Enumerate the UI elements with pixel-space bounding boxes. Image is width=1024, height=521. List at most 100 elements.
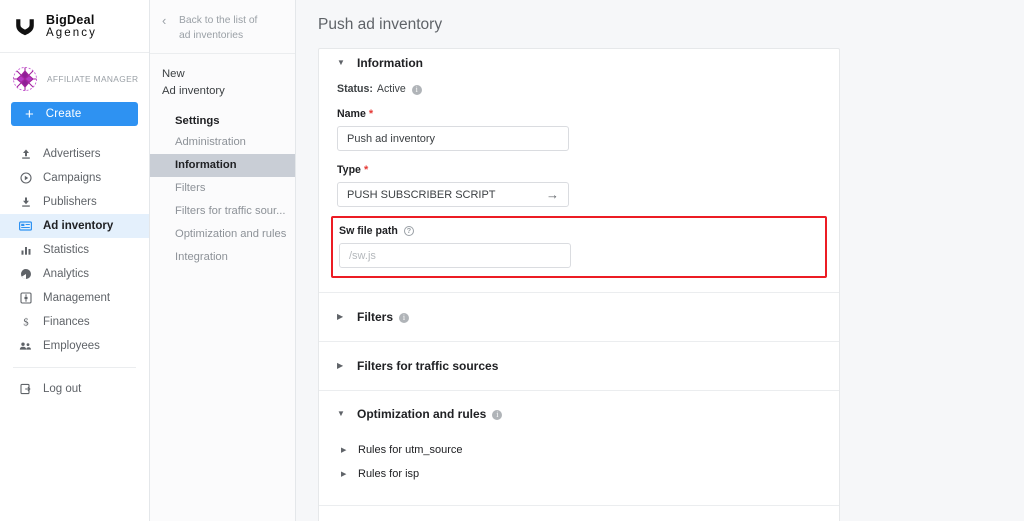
- name-label-text: Name: [337, 108, 366, 120]
- account-row[interactable]: AFFILIATE MANAGER: [0, 53, 149, 93]
- section-filters-traffic-header[interactable]: ▶ Filters for traffic sources: [319, 342, 839, 390]
- sw-file-path-highlight: Sw file path /sw.js: [331, 216, 827, 278]
- panel-item-optimization-and-rules[interactable]: Optimization and rules: [150, 223, 295, 246]
- upload-arrow-icon: [18, 148, 33, 160]
- type-label: Type *: [337, 164, 821, 176]
- page-title: Push ad inventory: [318, 16, 443, 33]
- type-select-value: PUSH SUBSCRIBER SCRIPT: [347, 188, 496, 201]
- panel-title-line2: Ad inventory: [162, 84, 225, 97]
- chevron-right-icon: ▶: [337, 361, 344, 370]
- section-information-title: Information: [357, 56, 423, 70]
- sidebar-item-label: Management: [43, 292, 111, 304]
- panel-title-line1: New: [162, 68, 185, 80]
- name-label: Name *: [337, 108, 821, 120]
- people-icon: [18, 340, 33, 352]
- section-information-body: Status: Active Name * Push ad inventory: [319, 83, 839, 292]
- bar-chart-icon: [18, 244, 33, 256]
- shield-v-logo-icon: [13, 14, 37, 38]
- section-filters-traffic-title: Filters for traffic sources: [357, 359, 499, 373]
- sidebar-item-management[interactable]: Management: [0, 286, 149, 310]
- svg-text:$: $: [23, 318, 28, 328]
- chevron-right-icon: ▶: [341, 471, 347, 478]
- panel-item-filters[interactable]: Filters: [150, 177, 295, 200]
- panel-item-filters-traffic-sources[interactable]: Filters for traffic sour...: [150, 200, 295, 223]
- type-field-group: Type * PUSH SUBSCRIBER SCRIPT →: [337, 164, 821, 207]
- section-filters: ▶ Filters: [319, 293, 839, 341]
- create-button-label: Create: [45, 108, 82, 120]
- sidebar-item-campaigns[interactable]: Campaigns: [0, 166, 149, 190]
- sidebar-item-label: Employees: [43, 340, 100, 352]
- section-optimization: ▼ Optimization and rules ▶ Rules for utm…: [319, 391, 839, 505]
- sw-file-path-label-text: Sw file path: [339, 225, 398, 237]
- chevron-right-icon: ▶: [341, 447, 347, 454]
- sidebar-divider: [13, 367, 136, 377]
- app-root: BigDeal Agency AFFILIATE MANAGER + Creat…: [0, 0, 1024, 521]
- rule-item-isp[interactable]: ▶ Rules for isp: [319, 463, 839, 485]
- sw-file-path-input[interactable]: /sw.js: [339, 243, 571, 268]
- back-link-line2: ad inventories: [179, 29, 244, 41]
- sidebar-nav: Advertisers Campaigns Publishers Ad inve…: [0, 142, 149, 401]
- info-icon[interactable]: [492, 409, 503, 420]
- sidebar-item-logout[interactable]: Log out: [0, 377, 149, 401]
- section-filters-title: Filters: [357, 310, 394, 324]
- name-input[interactable]: Push ad inventory: [337, 126, 569, 151]
- affiliate-manager-snowflake-logo-icon: [10, 64, 40, 94]
- sidebar-item-label: Finances: [43, 316, 90, 328]
- chevron-left-icon: ‹: [162, 13, 167, 28]
- sidebar-item-label: Advertisers: [43, 148, 101, 160]
- left-sidebar: BigDeal Agency AFFILIATE MANAGER + Creat…: [0, 0, 150, 521]
- status-badge: Active: [376, 83, 406, 95]
- section-optimization-body: ▶ Rules for utm_source ▶ Rules for isp: [319, 439, 839, 505]
- back-to-list-link[interactable]: ‹ Back to the list of ad inventories: [150, 0, 295, 53]
- panel-item-integration[interactable]: Integration: [150, 246, 295, 269]
- sidebar-item-ad-inventory[interactable]: Ad inventory: [0, 214, 149, 238]
- sidebar-item-label: Log out: [43, 383, 82, 395]
- panel-item-information[interactable]: Information: [150, 153, 295, 177]
- brand-header[interactable]: BigDeal Agency: [0, 0, 149, 53]
- panel-title: New Ad inventory: [150, 54, 295, 100]
- settings-heading: Settings: [175, 114, 220, 127]
- required-asterisk: *: [368, 108, 374, 120]
- brand-text: BigDeal Agency: [46, 13, 97, 40]
- type-select[interactable]: PUSH SUBSCRIBER SCRIPT →: [337, 182, 569, 207]
- sw-file-path-label: Sw file path: [339, 225, 819, 237]
- dollar-icon: $: [18, 316, 33, 328]
- back-link-line1: Back to the list of: [179, 15, 258, 26]
- settings-square-icon: [18, 292, 33, 304]
- download-arrow-icon: [18, 196, 33, 208]
- status-row: Status: Active: [337, 83, 821, 95]
- rule-label: Rules for utm_source: [358, 444, 463, 456]
- sidebar-item-label: Statistics: [43, 244, 90, 256]
- account-label: AFFILIATE MANAGER: [47, 74, 139, 84]
- required-asterisk: *: [363, 164, 369, 176]
- sidebar-item-label: Publishers: [43, 196, 97, 208]
- sidebar-item-analytics[interactable]: Analytics: [0, 262, 149, 286]
- name-field-group: Name * Push ad inventory: [337, 108, 821, 151]
- sidebar-item-publishers[interactable]: Publishers: [0, 190, 149, 214]
- pie-chart-icon: [18, 268, 33, 280]
- secondary-panel: ‹ Back to the list of ad inventories New…: [150, 0, 296, 521]
- section-optimization-header[interactable]: ▼ Optimization and rules: [319, 391, 839, 437]
- settings-card: ▼ Information Status: Active Name *: [318, 48, 840, 521]
- create-button[interactable]: + Create: [11, 102, 138, 126]
- section-information-header[interactable]: ▼ Information: [319, 49, 839, 77]
- section-optimization-title: Optimization and rules: [357, 407, 487, 421]
- sidebar-item-finances[interactable]: $ Finances: [0, 310, 149, 334]
- sidebar-item-employees[interactable]: Employees: [0, 334, 149, 358]
- plus-icon: +: [25, 105, 34, 123]
- sidebar-item-label: Analytics: [43, 268, 90, 280]
- help-icon[interactable]: [403, 226, 414, 236]
- sidebar-item-statistics[interactable]: Statistics: [0, 238, 149, 262]
- back-link-text: Back to the list of ad inventories: [179, 14, 257, 43]
- section-information: ▼ Information Status: Active Name *: [319, 49, 839, 292]
- sidebar-item-advertisers[interactable]: Advertisers: [0, 142, 149, 166]
- section-filters-traffic-sources: ▶ Filters for traffic sources: [319, 342, 839, 390]
- rule-item-utm-source[interactable]: ▶ Rules for utm_source: [319, 439, 839, 461]
- brand-name-line2: Agency: [46, 26, 97, 39]
- panel-item-administration[interactable]: Administration: [150, 131, 295, 154]
- section-filters-header[interactable]: ▶ Filters: [319, 293, 839, 341]
- chevron-down-icon: ▼: [337, 409, 345, 418]
- play-circle-icon: [18, 172, 33, 184]
- info-icon[interactable]: [411, 84, 422, 95]
- info-icon[interactable]: [399, 312, 410, 323]
